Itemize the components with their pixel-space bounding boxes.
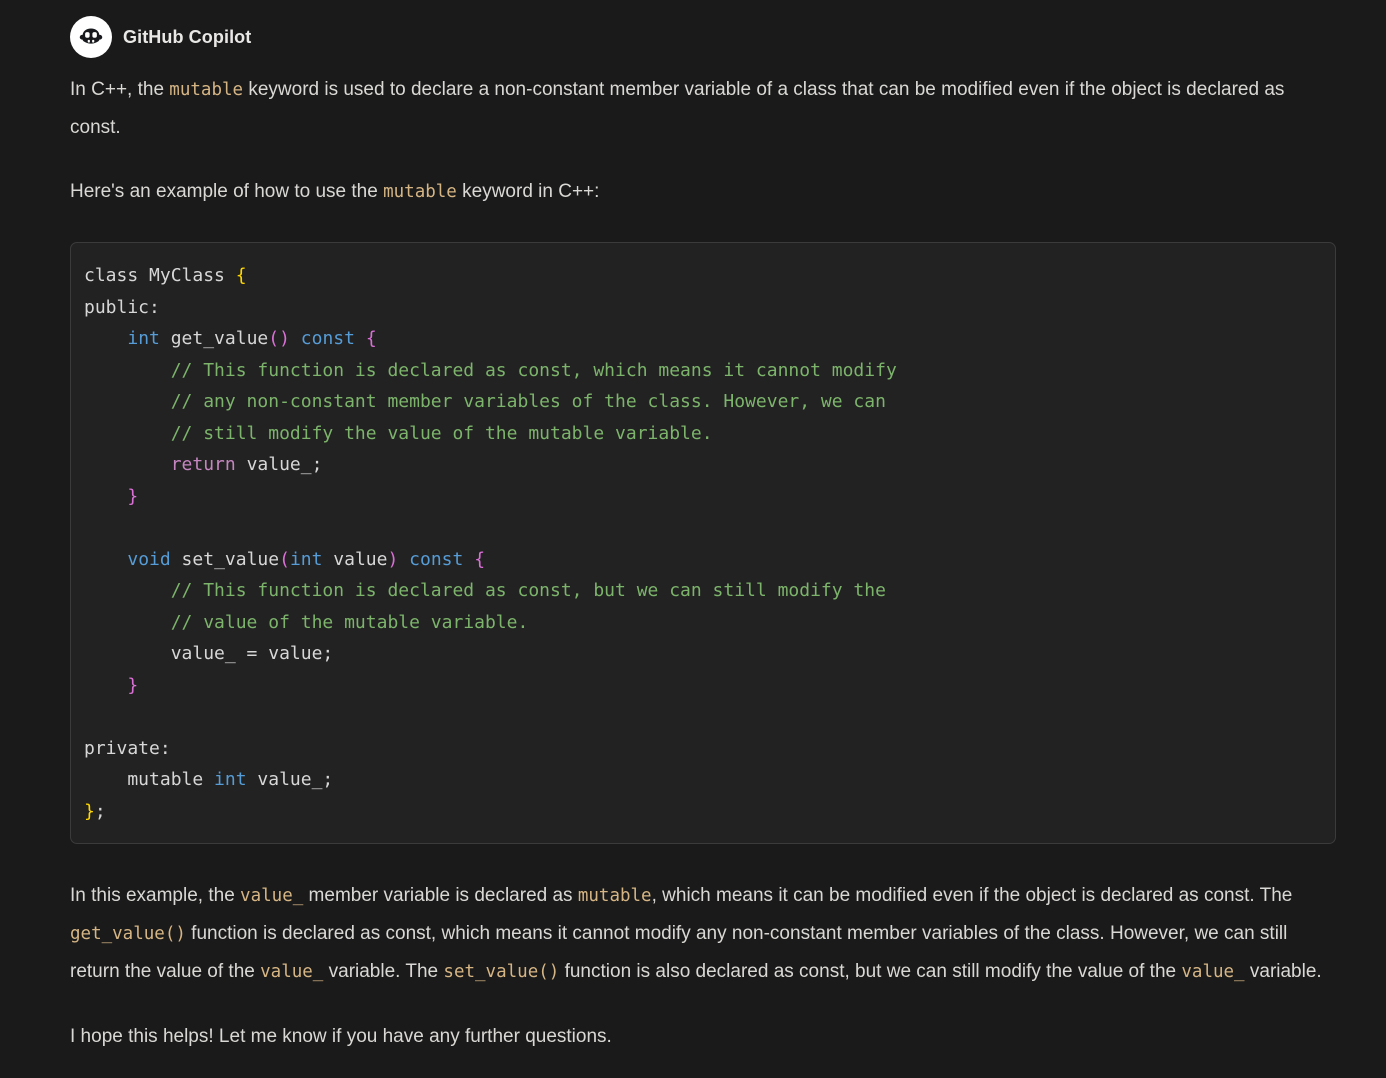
text-run: , which means it can be modified even if… <box>652 885 1293 906</box>
code-line: // This function is declared as const, w… <box>84 355 1322 387</box>
code-line: mutable int value_; <box>84 764 1322 796</box>
code-line: } <box>84 670 1322 702</box>
text-run: keyword is used to declare a non-constan… <box>70 79 1284 138</box>
code-line: private: <box>84 733 1322 765</box>
text-run: function is also declared as const, but … <box>559 961 1181 982</box>
text-run: member variable is declared as <box>303 885 578 906</box>
example-lead-paragraph: Here's an example of how to use the muta… <box>70 173 1337 211</box>
text-run: Here's an example of how to use the <box>70 181 383 202</box>
text-run: keyword in C++: <box>457 181 600 202</box>
copilot-chat-message: GitHub Copilot In C++, the mutable keywo… <box>0 0 1386 1078</box>
code-line <box>84 512 1322 544</box>
inline-code: value_ <box>240 886 303 906</box>
inline-code: value_ <box>260 962 323 982</box>
code-line: int get_value() const { <box>84 323 1322 355</box>
inline-code: mutable <box>169 80 243 100</box>
intro-paragraph: In C++, the mutable keyword is used to d… <box>70 71 1337 146</box>
inline-code: mutable <box>578 886 652 906</box>
code-line: return value_; <box>84 449 1322 481</box>
text-run: In this example, the <box>70 885 240 906</box>
code-line: // any non-constant member variables of … <box>84 386 1322 418</box>
message-header: GitHub Copilot <box>70 16 1337 58</box>
text-run: variable. <box>1245 961 1322 982</box>
code-line: }; <box>84 796 1322 828</box>
code-line: // value of the mutable variable. <box>84 607 1322 639</box>
code-line <box>84 701 1322 733</box>
inline-code: get_value() <box>70 924 186 944</box>
text-run: variable. The <box>323 961 443 982</box>
code-line: class MyClass { <box>84 260 1322 292</box>
inline-code: value_ <box>1181 962 1244 982</box>
inline-code: set_value() <box>443 962 559 982</box>
text-run: In C++, the <box>70 79 169 100</box>
copilot-icon <box>76 22 106 52</box>
text-run: I hope this helps! Let me know if you ha… <box>70 1026 612 1047</box>
code-line: // This function is declared as const, b… <box>84 575 1322 607</box>
inline-code: mutable <box>383 182 457 202</box>
code-line: // still modify the value of the mutable… <box>84 418 1322 450</box>
code-line: void set_value(int value) const { <box>84 544 1322 576</box>
code-line: public: <box>84 292 1322 324</box>
explanation-paragraph: In this example, the value_ member varia… <box>70 877 1337 991</box>
code-line: } <box>84 481 1322 513</box>
cpp-code-block: class MyClass {public: int get_value() c… <box>70 242 1336 844</box>
copilot-avatar <box>70 16 112 58</box>
code-line: value_ = value; <box>84 638 1322 670</box>
assistant-name: GitHub Copilot <box>123 27 251 48</box>
closing-paragraph: I hope this helps! Let me know if you ha… <box>70 1018 1337 1055</box>
